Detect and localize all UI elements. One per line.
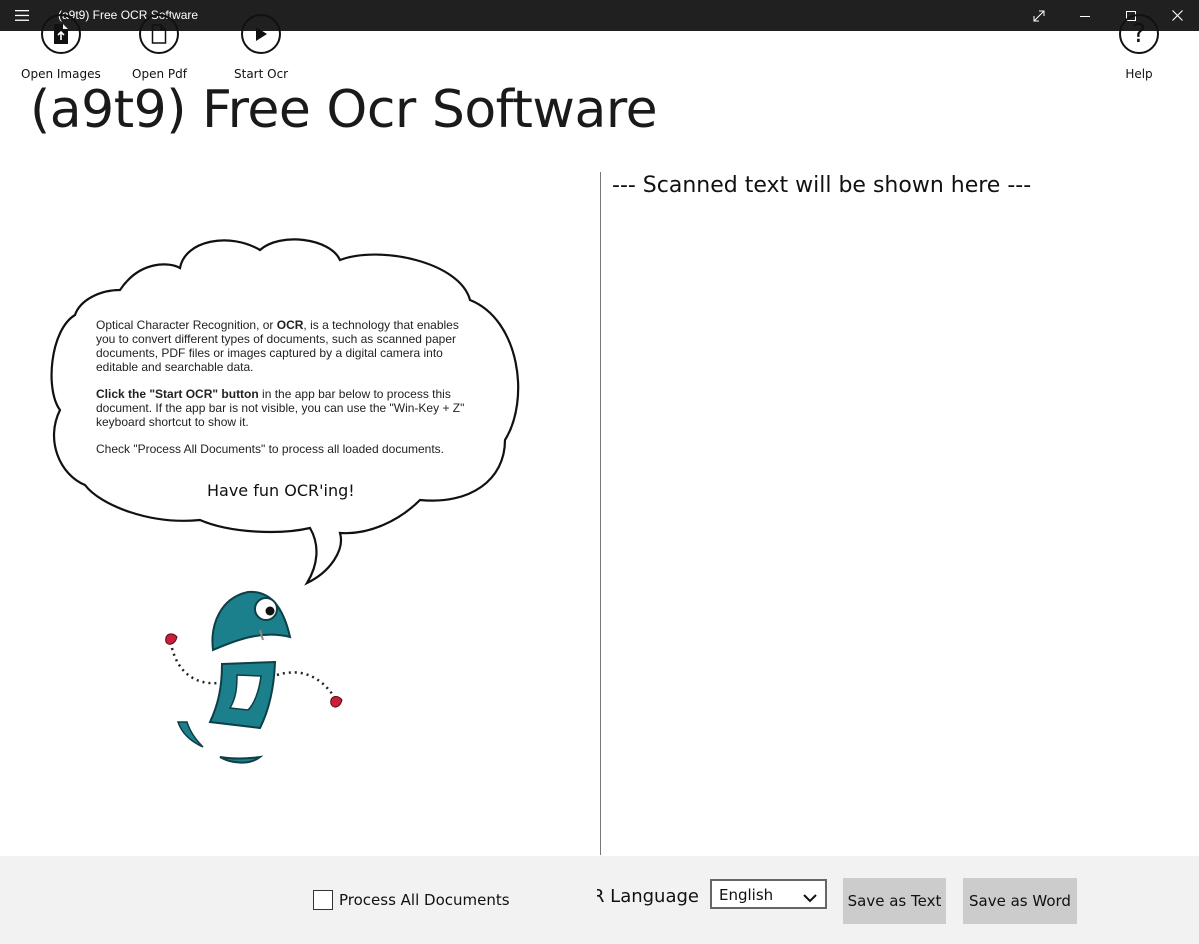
process-all-label[interactable]: Process All Documents <box>339 891 510 909</box>
ocr-language-label: OCR Language <box>597 886 699 907</box>
close-icon[interactable] <box>1154 0 1199 31</box>
pane-divider <box>600 172 601 855</box>
ocr-language-label-clip: OCR Language <box>597 886 705 910</box>
document-icon <box>139 14 180 54</box>
start-ocr-button[interactable]: Start Ocr <box>234 14 288 81</box>
open-images-label: Open Images <box>21 67 101 81</box>
save-as-word-button[interactable]: Save as Word <box>963 878 1077 924</box>
start-ocr-label: Start Ocr <box>234 67 289 81</box>
help-label: Help <box>1125 67 1153 81</box>
help-icon: ? <box>1119 14 1159 54</box>
ocr-intro-text: Optical Character Recognition, or OCR, i… <box>96 318 471 469</box>
open-pdf-label: Open Pdf <box>132 67 187 81</box>
ocr-robot-illustration <box>50 238 520 764</box>
intro-text-ocr: OCR <box>276 318 304 332</box>
open-images-icon <box>40 14 81 54</box>
save-as-text-button[interactable]: Save as Text <box>843 878 946 924</box>
minimize-icon[interactable] <box>1062 0 1108 31</box>
process-all-checkbox[interactable] <box>313 890 333 910</box>
intro-start-hint: Click the "Start OCR" button <box>96 387 259 401</box>
expand-icon[interactable] <box>1016 0 1062 31</box>
ocr-language-value: English <box>719 886 774 904</box>
open-images-button[interactable]: Open Images <box>21 14 101 81</box>
scanned-text-output[interactable]: --- Scanned text will be shown here --- <box>612 173 1031 198</box>
intro-process-all-hint: Check "Process All Documents" to process… <box>96 442 445 456</box>
chevron-down-icon <box>803 888 817 907</box>
play-icon <box>241 14 282 54</box>
open-pdf-button[interactable]: Open Pdf <box>132 14 187 81</box>
ocr-language-select[interactable]: English <box>710 879 827 909</box>
intro-text-1: Optical Character Recognition, or <box>96 318 277 332</box>
app-title: (a9t9) Free Ocr Software <box>30 80 658 140</box>
have-fun-text: Have fun OCR'ing! <box>207 481 355 500</box>
help-button[interactable]: ? Help <box>1119 14 1159 81</box>
